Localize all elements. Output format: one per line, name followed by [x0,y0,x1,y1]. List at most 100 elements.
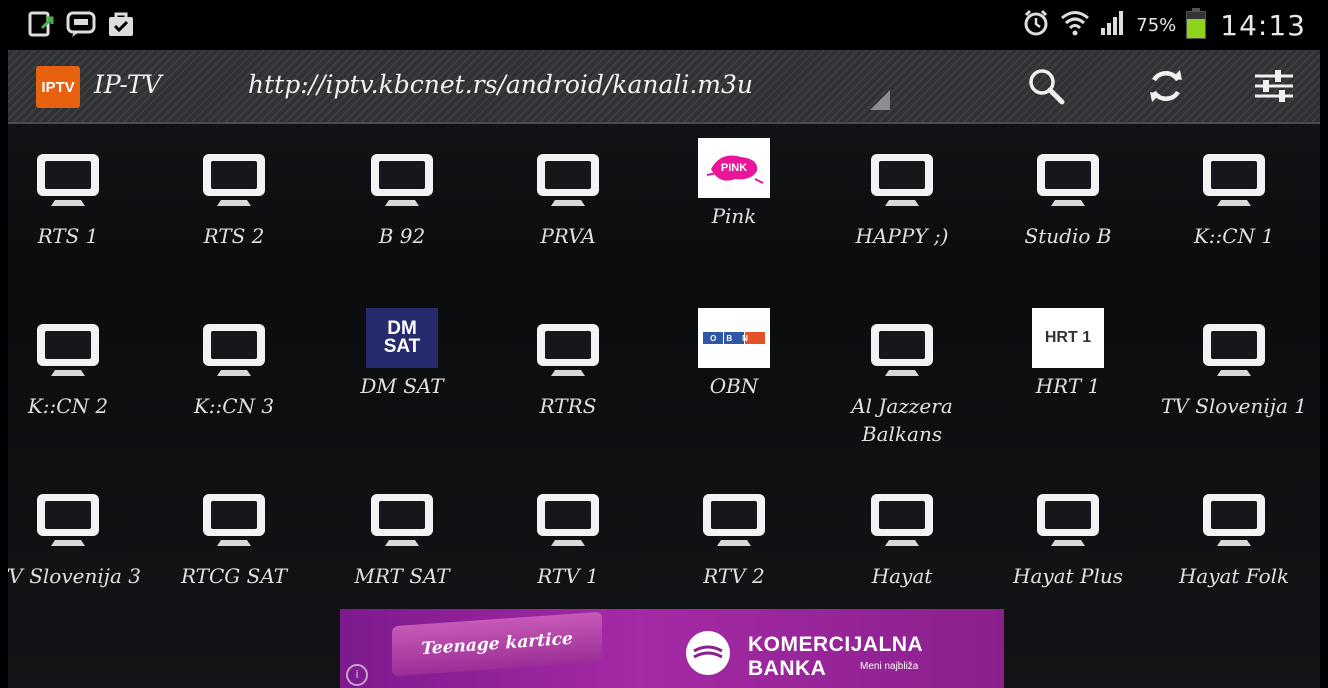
battery-icon [1186,8,1207,39]
channel-tile[interactable]: K::CN 1 [1154,148,1314,250]
channel-tile[interactable]: RTRS [488,318,648,420]
app-logo[interactable]: IPTV [36,66,80,108]
tv-icon [696,488,772,550]
channel-label: OBN [709,374,759,398]
tv-icon [1196,488,1272,550]
tv-icon [1030,148,1106,210]
channel-label: TV Slovenija 3 [8,564,141,588]
bank-name: KOMERCIJALNA BANKA [748,633,923,680]
channel-label: RTCG SAT [180,564,288,588]
alarm-icon [1022,9,1050,41]
status-bar: 75% 14:13 [8,0,1320,50]
tv-icon [530,318,606,380]
signal-icon [1100,10,1126,40]
channel-tile[interactable]: RTS 1 [8,148,148,250]
battery-percent: 75% [1136,14,1177,36]
channel-tile[interactable]: Hayat Plus [988,488,1148,590]
hrt-logo: HRT 1 [1030,306,1106,368]
channel-tile[interactable]: TV Slovenija 3 [8,488,148,590]
bank-logo-icon [686,631,730,675]
channel-tile[interactable]: HRT 1 HRT 1 [988,306,1148,400]
pink-logo: PINK [696,136,772,198]
tv-icon [530,488,606,550]
channel-tile[interactable]: Al Jazzera Balkans [822,318,982,448]
channel-label: Hayat Plus [1013,564,1123,588]
channel-tile[interactable]: OBN OBN [654,306,814,400]
app-title: IP-TV [94,70,162,99]
channel-tile[interactable]: Hayat [822,488,982,590]
channel-tile[interactable]: RTV 2 [654,488,814,590]
search-icon [1026,66,1066,110]
tv-icon [196,318,272,380]
tv-icon [196,148,272,210]
channel-tile[interactable]: RTS 2 [154,148,314,250]
ad-banner[interactable]: Teenage kartice KOMERCIJALNA BANKA Meni … [340,609,1004,688]
channel-tile[interactable]: TV Slovenija 1 [1154,318,1314,420]
tv-icon [1030,488,1106,550]
channel-label: PRVA [540,224,596,248]
channel-label: RTS 1 [37,224,99,248]
channel-tile[interactable]: Studio B [988,148,1148,250]
dmsat-logo: DM SAT [364,306,440,368]
channel-tile[interactable]: PINK Pink [654,136,814,230]
channel-tile[interactable]: B 92 [322,148,482,250]
channel-label: RTRS [539,394,597,418]
playlist-url-dropdown[interactable]: http://iptv.kbcnet.rs/android/kanali.m3u [248,70,890,112]
channel-label: MRT SAT [354,564,450,588]
status-right: 75% 14:13 [1022,8,1306,42]
battery-level-fill [1187,18,1206,38]
app-frame: 75% 14:13 IPTV IP-TV http://iptv.kbcnet.… [8,0,1320,688]
channel-label: Hayat [871,564,933,588]
info-icon[interactable]: i [346,664,368,686]
tv-icon [864,318,940,380]
channel-tile[interactable]: DM SAT DM SAT [322,306,482,400]
channel-tile[interactable]: Hayat Folk [1154,488,1314,590]
download-app-icon [28,10,58,38]
channel-label: RTV 2 [703,564,765,588]
tv-icon [530,148,606,210]
channel-tile[interactable]: HAPPY ;) [822,148,982,250]
obn-logo: OBN [696,306,772,368]
settings-button[interactable] [1248,64,1300,112]
channel-tile[interactable]: RTCG SAT [154,488,314,590]
channel-logo-text: OBN [710,333,758,343]
tv-icon [1196,148,1272,210]
channel-tile[interactable]: RTV 1 [488,488,648,590]
channel-label: Studio B [1024,224,1112,248]
channel-label: RTS 2 [203,224,265,248]
channel-label: K::CN 3 [193,394,275,418]
tv-icon [30,488,106,550]
dropdown-corner-icon [870,90,890,110]
channel-label: B 92 [378,224,426,248]
channel-label: HRT 1 [1035,374,1101,398]
shopping-bag-icon [106,10,136,38]
tv-icon [30,318,106,380]
channel-logo-text: DM SAT [383,318,421,357]
tv-icon [864,148,940,210]
channel-label: K::CN 1 [1193,224,1275,248]
wifi-icon [1060,9,1090,41]
channel-logo-text: HRT 1 [1044,329,1092,346]
search-button[interactable] [1020,64,1072,112]
playlist-url-text: http://iptv.kbcnet.rs/android/kanali.m3u [248,70,754,99]
tv-icon [364,488,440,550]
clock: 14:13 [1220,8,1306,42]
tv-icon [30,148,106,210]
channel-label: DM SAT [360,374,444,398]
tv-icon [364,148,440,210]
channel-label: RTV 1 [537,564,599,588]
channel-label: Pink [711,204,757,228]
refresh-button[interactable] [1140,64,1192,112]
settings-sliders-icon [1253,66,1295,110]
channel-tile[interactable]: K::CN 3 [154,318,314,420]
ad-banner-text: Teenage kartice [421,628,573,660]
channel-label: Al Jazzera Balkans [851,394,953,446]
channel-logo-text: PINK [720,162,748,174]
ad-ribbon: Teenage kartice [392,611,602,677]
channel-tile[interactable]: MRT SAT [322,488,482,590]
channel-tile[interactable]: PRVA [488,148,648,250]
tv-icon [864,488,940,550]
channel-tile[interactable]: K::CN 2 [8,318,148,420]
tv-icon [1196,318,1272,380]
refresh-icon [1146,66,1186,110]
